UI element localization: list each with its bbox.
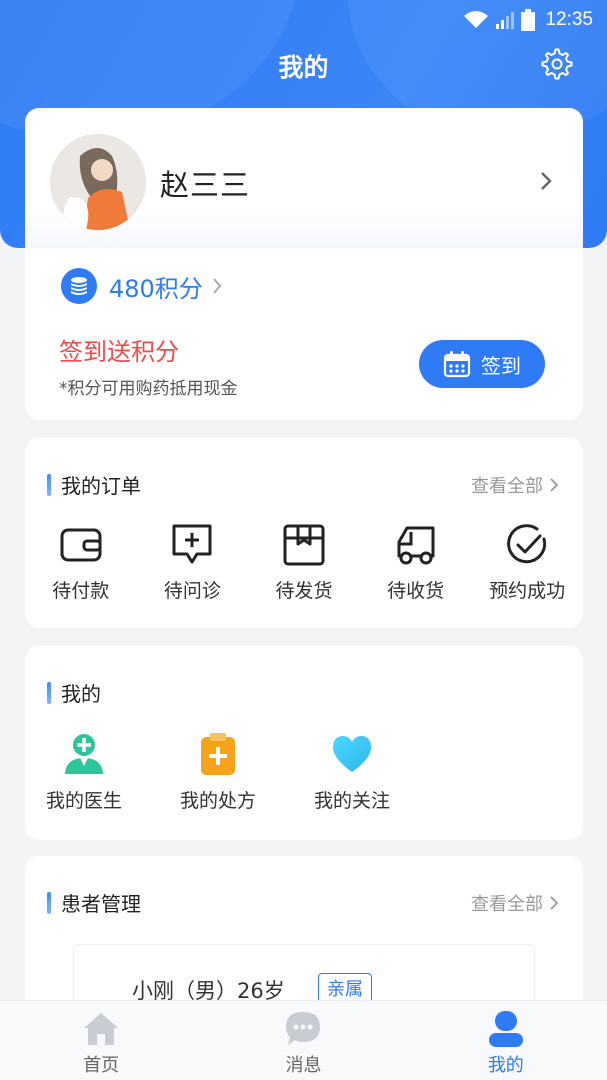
- my-doctor-item[interactable]: 我的医生: [17, 732, 151, 813]
- order-item-pending-shipment[interactable]: 待发货: [248, 522, 360, 603]
- title-bar: 我的: [0, 44, 607, 88]
- check-circle-icon: [507, 524, 547, 564]
- chevron-right-icon: [213, 278, 222, 294]
- signal-icon: [496, 12, 515, 29]
- orders-card: 我的订单 查看全部 待付款 待问诊 待发货 待收货 预约成功: [25, 438, 583, 628]
- order-item-label: 预约成功: [489, 580, 566, 602]
- section-title: 患者管理: [61, 892, 141, 916]
- order-item-label: 待发货: [275, 580, 333, 602]
- chevron-right-icon: [550, 896, 559, 910]
- view-all-patients-link[interactable]: 查看全部: [471, 890, 559, 916]
- order-item-label: 待问诊: [163, 580, 221, 602]
- mine-item-label: 我的关注: [313, 790, 390, 812]
- points-row[interactable]: 480积分: [61, 268, 223, 304]
- package-icon: [283, 524, 325, 566]
- home-icon: [84, 1013, 119, 1045]
- section-header: 患者管理: [47, 888, 141, 917]
- order-item-pending-receipt[interactable]: 待收货: [360, 522, 472, 603]
- heart-icon: [332, 736, 372, 772]
- chevron-right-icon: [541, 172, 552, 190]
- prescription-icon: [201, 733, 235, 775]
- chevron-right-icon: [550, 478, 559, 492]
- page-title: 我的: [278, 53, 329, 82]
- calendar-icon: [443, 351, 471, 378]
- truck-icon: [397, 526, 435, 565]
- section-header: 我的: [47, 678, 101, 707]
- signin-subtitle: *积分可用购药抵用现金: [59, 379, 238, 399]
- tab-home[interactable]: 首页: [0, 1001, 202, 1080]
- view-all-orders-link[interactable]: 查看全部: [471, 472, 559, 498]
- order-item-label: 待收货: [387, 580, 445, 602]
- status-time: 12:35: [545, 9, 593, 30]
- tab-label: 我的: [487, 1055, 524, 1076]
- bottom-tab-bar: 首页 消息 我的: [0, 1000, 607, 1080]
- order-item-label: 待付款: [52, 580, 110, 602]
- signin-button-label: 签到: [481, 353, 521, 378]
- battery-icon: [521, 9, 536, 31]
- tab-label: 消息: [285, 1055, 322, 1076]
- status-bar: 12:35: [0, 0, 607, 44]
- mine-item-label: 我的处方: [179, 790, 256, 812]
- signin-button[interactable]: 签到: [419, 340, 545, 388]
- user-name: 赵三三: [160, 168, 251, 202]
- view-all-label: 查看全部: [471, 894, 543, 915]
- order-item-pending-consult[interactable]: 待问诊: [137, 522, 249, 603]
- points-label: 480积分: [109, 274, 203, 303]
- wallet-icon: [60, 528, 102, 562]
- my-prescription-item[interactable]: 我的处方: [151, 732, 285, 813]
- tab-messages[interactable]: 消息: [202, 1001, 404, 1080]
- section-accent-bar: [47, 681, 51, 704]
- relation-badge: 亲属: [318, 973, 372, 1003]
- mine-item-label: 我的医生: [45, 790, 122, 812]
- tab-label: 首页: [83, 1055, 120, 1076]
- tab-mine[interactable]: 我的: [405, 1001, 607, 1080]
- section-header: 我的订单: [47, 470, 141, 499]
- doctor-icon: [65, 734, 103, 774]
- section-accent-bar: [47, 891, 51, 914]
- coins-icon: [61, 268, 97, 304]
- consult-icon: [172, 524, 212, 564]
- order-status-list: 待付款 待问诊 待发货 待收货 预约成功: [25, 522, 583, 603]
- profile-row[interactable]: 赵三三: [25, 108, 583, 248]
- my-follow-item[interactable]: 我的关注: [285, 732, 419, 813]
- mine-shortcuts: 我的医生 我的处方 我的关注: [25, 732, 419, 813]
- avatar[interactable]: [50, 134, 146, 230]
- order-item-pending-payment[interactable]: 待付款: [25, 522, 137, 603]
- mine-card: 我的 我的医生 我的处方 我的关注: [25, 646, 583, 840]
- section-title: 我的: [61, 682, 101, 706]
- section-accent-bar: [47, 473, 51, 496]
- view-all-label: 查看全部: [471, 476, 543, 497]
- user-icon: [488, 1011, 523, 1047]
- order-item-booked[interactable]: 预约成功: [471, 522, 583, 603]
- wifi-icon: [464, 11, 489, 28]
- profile-card: 赵三三 480积分 签到送积分 *积分可用购药抵用现金 签到: [25, 108, 583, 420]
- signin-title: 签到送积分: [59, 338, 179, 366]
- section-title: 我的订单: [61, 474, 141, 498]
- message-icon: [286, 1012, 321, 1045]
- settings-icon[interactable]: [541, 48, 573, 80]
